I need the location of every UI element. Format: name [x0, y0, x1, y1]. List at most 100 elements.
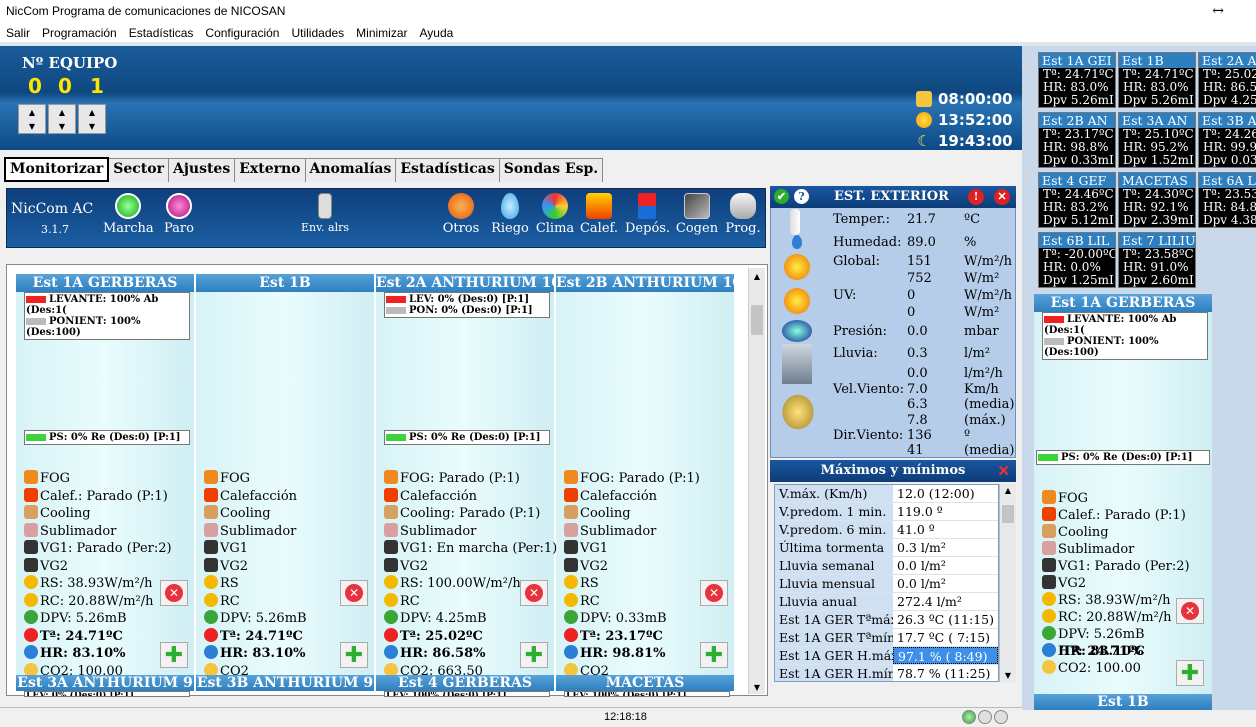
status-bar: 12:18:18 [0, 707, 1022, 727]
station-panel: Est 1B FOG Calefacción Cooling Sublimador VG1… [196, 274, 374, 684]
tab-externo[interactable]: Externo [234, 158, 306, 182]
fog-icon [24, 470, 38, 484]
menu-programacion[interactable]: Programación [36, 22, 123, 42]
tile-title: Est 1B [1119, 53, 1195, 68]
digit1-spinner[interactable]: ▲ ▼ [18, 104, 46, 134]
paro-button[interactable]: Paro [157, 193, 201, 236]
ps-text: PS: 0% Re (Des:0) [P:1] [409, 432, 541, 443]
station-tile[interactable]: Est 2B AN Tª: 23.17ºC HR: 98.8% Dpv 0.33mI [1038, 112, 1116, 168]
ext-unit: l/m² [964, 346, 991, 361]
tab-sector[interactable]: Sector [108, 158, 169, 182]
close-icon[interactable]: ✕ [994, 189, 1010, 205]
env-alrs-button[interactable]: Env. alrs [299, 193, 351, 234]
prog-label: Prog. [725, 221, 761, 236]
menu-configuracion[interactable]: Configuración [199, 22, 285, 42]
depos-button[interactable]: Depós. [625, 193, 670, 236]
temperature-icon [204, 627, 218, 642]
station-title[interactable]: Est 3B ANTHURIUM 9 [196, 675, 374, 691]
tab-sondas-esp[interactable]: Sondas Esp. [498, 158, 604, 182]
station-line-text: DPV: 5.26mB [220, 611, 307, 626]
climate-icon [542, 193, 568, 219]
menu-estadisticas[interactable]: Estadísticas [123, 22, 200, 42]
station-tile[interactable]: Est 1A GEI Tª: 24.71ºC HR: 83.0% Dpv 5.26mI [1038, 52, 1116, 108]
station-tile[interactable]: Est 6A LTª: 23.53ºHR: 84.8Dpv 4.38 [1198, 172, 1256, 228]
station-tile[interactable]: Est 1B Tª: 24.71ºC HR: 83.0% Dpv 5.26mI [1118, 52, 1196, 108]
station-tile[interactable]: Est 3B ATª: 24.26ºHR: 99.9Dpv 0.03 [1198, 112, 1256, 168]
up-arrow-icon[interactable]: ▲ [59, 108, 65, 117]
digit2-spinner[interactable]: ▲ ▼ [48, 104, 76, 134]
main-scrollbar[interactable]: ▲ ▼ [748, 268, 765, 694]
tab-anomalias[interactable]: Anomalías [304, 158, 397, 182]
station-title[interactable]: Est 2A ANTHURIUM 10 [376, 274, 554, 292]
fog-icon [204, 470, 218, 484]
maxmin-value[interactable]: 97.1 % ( 8:49) [893, 647, 998, 664]
calef-button[interactable]: Calef. [579, 193, 619, 236]
station-tile[interactable]: Est 2A ATª: 25.02ºHR: 86.5Dpv 4.25 [1198, 52, 1256, 108]
resize-icon[interactable]: ↔ [1212, 0, 1224, 22]
up-arrow-icon[interactable]: ▲ [89, 108, 95, 117]
riego-button[interactable]: Riego [491, 193, 529, 236]
heater-icon [1042, 507, 1056, 521]
tab-monitorizar[interactable]: Monitorizar [4, 157, 110, 182]
plus-icon[interactable]: ✚ [520, 642, 548, 668]
menu-utilidades[interactable]: Utilidades [285, 22, 350, 42]
plus-icon[interactable]: ✚ [700, 642, 728, 668]
close-icon[interactable]: ✕ [997, 460, 1010, 482]
plus-icon[interactable]: ✚ [160, 642, 188, 668]
maxmin-scrollbar[interactable]: ▲ ▼ [999, 484, 1016, 682]
maxmin-row: Lluvia anual 272.4 l/m² [775, 593, 998, 611]
station-tile[interactable]: Est 7 LILIU Tª: 23.58ºC HR: 91.0% Dpv 2.60m… [1118, 232, 1196, 288]
digit3-spinner[interactable]: ▲ ▼ [78, 104, 106, 134]
up-arrow-icon[interactable]: ▲ [29, 108, 35, 117]
alert-icon[interactable]: ! [968, 189, 984, 205]
prog-button[interactable]: Prog. [723, 193, 763, 236]
station-title[interactable]: Est 1A GERBERAS [1034, 294, 1212, 312]
station-line: Tª: 23.17ºC [564, 627, 663, 646]
clima-button[interactable]: Clima [535, 193, 575, 236]
station-tile[interactable]: Est 3A AN Tª: 25.10ºC HR: 95.2% Dpv 1.52mI [1118, 112, 1196, 168]
cogen-button[interactable]: Cogen [675, 193, 719, 236]
env-alrs-label: Env. alrs [301, 221, 349, 234]
menu-minimizar[interactable]: Minimizar [350, 22, 413, 42]
station-line-text: Sublimador [400, 523, 477, 539]
dpv-drop-icon [384, 610, 398, 624]
vent-line: LEVANTE: 100% Ab (Des:1( [1044, 314, 1206, 336]
deactivate-button[interactable]: ✕ [520, 580, 548, 606]
deactivate-button[interactable]: ✕ [700, 580, 728, 606]
deactivate-button[interactable]: ✕ [1176, 598, 1204, 624]
station-tile[interactable]: MACETAS Tª: 24.30ºC HR: 92.1% Dpv 2.39mI [1118, 172, 1196, 228]
help-icon[interactable]: ? [794, 189, 809, 204]
sunrise-icon [916, 91, 932, 107]
deactivate-button[interactable]: ✕ [160, 580, 188, 606]
station-line: FOG [1042, 490, 1088, 508]
station-line: Cooling: Parado (P:1) [384, 505, 540, 523]
down-arrow-icon[interactable]: ▼ [89, 122, 95, 131]
down-arrow-icon[interactable]: ▼ [59, 122, 65, 131]
station-tile[interactable]: Est 4 GEF Tª: 24.46ºC HR: 83.2% Dpv 5.12mI [1038, 172, 1116, 228]
tile-line: Dpv 5.26mI [1043, 93, 1114, 108]
tab-estadisticas[interactable]: Estadísticas [395, 158, 500, 182]
down-arrow-icon[interactable]: ▼ [29, 122, 35, 131]
station-title[interactable]: Est 1B [196, 274, 374, 292]
tab-ajustes[interactable]: Ajustes [167, 158, 236, 182]
station-line: HR: 83.10% [24, 645, 125, 663]
station-title[interactable]: Est 1A GERBERAS [16, 274, 194, 292]
menu-salir[interactable]: Salir [0, 22, 36, 42]
marcha-button[interactable]: Marcha [103, 193, 154, 236]
station-title[interactable]: Est 1B [1034, 694, 1212, 710]
station-line: DPV: 4.25mB [384, 610, 487, 628]
otros-button[interactable]: Otros [441, 193, 481, 236]
station-title[interactable]: Est 2B ANTHURIUM 10 [556, 274, 734, 292]
plus-icon[interactable]: ✚ [1176, 660, 1204, 686]
check-icon[interactable]: ✔ [774, 189, 789, 204]
station-title[interactable]: Est 4 GERBERAS [376, 675, 554, 691]
maxmin-value: 26.3 ºC (11:15) [897, 612, 994, 627]
station-tile[interactable]: Est 6B LIL Tª: -20.00ºC HR: 0.0% Dpv 1.25mI [1038, 232, 1116, 288]
deactivate-button[interactable]: ✕ [340, 580, 368, 606]
plus-icon[interactable]: ✚ [340, 642, 368, 668]
menu-bar: Salir Programación Estadísticas Configur… [0, 22, 1256, 42]
station-line-text: Calefacción [220, 488, 298, 504]
station-title[interactable]: Est 3A ANTHURIUM 9 [16, 675, 194, 691]
station-title[interactable]: MACETAS [556, 675, 734, 691]
menu-ayuda[interactable]: Ayuda [414, 22, 460, 42]
